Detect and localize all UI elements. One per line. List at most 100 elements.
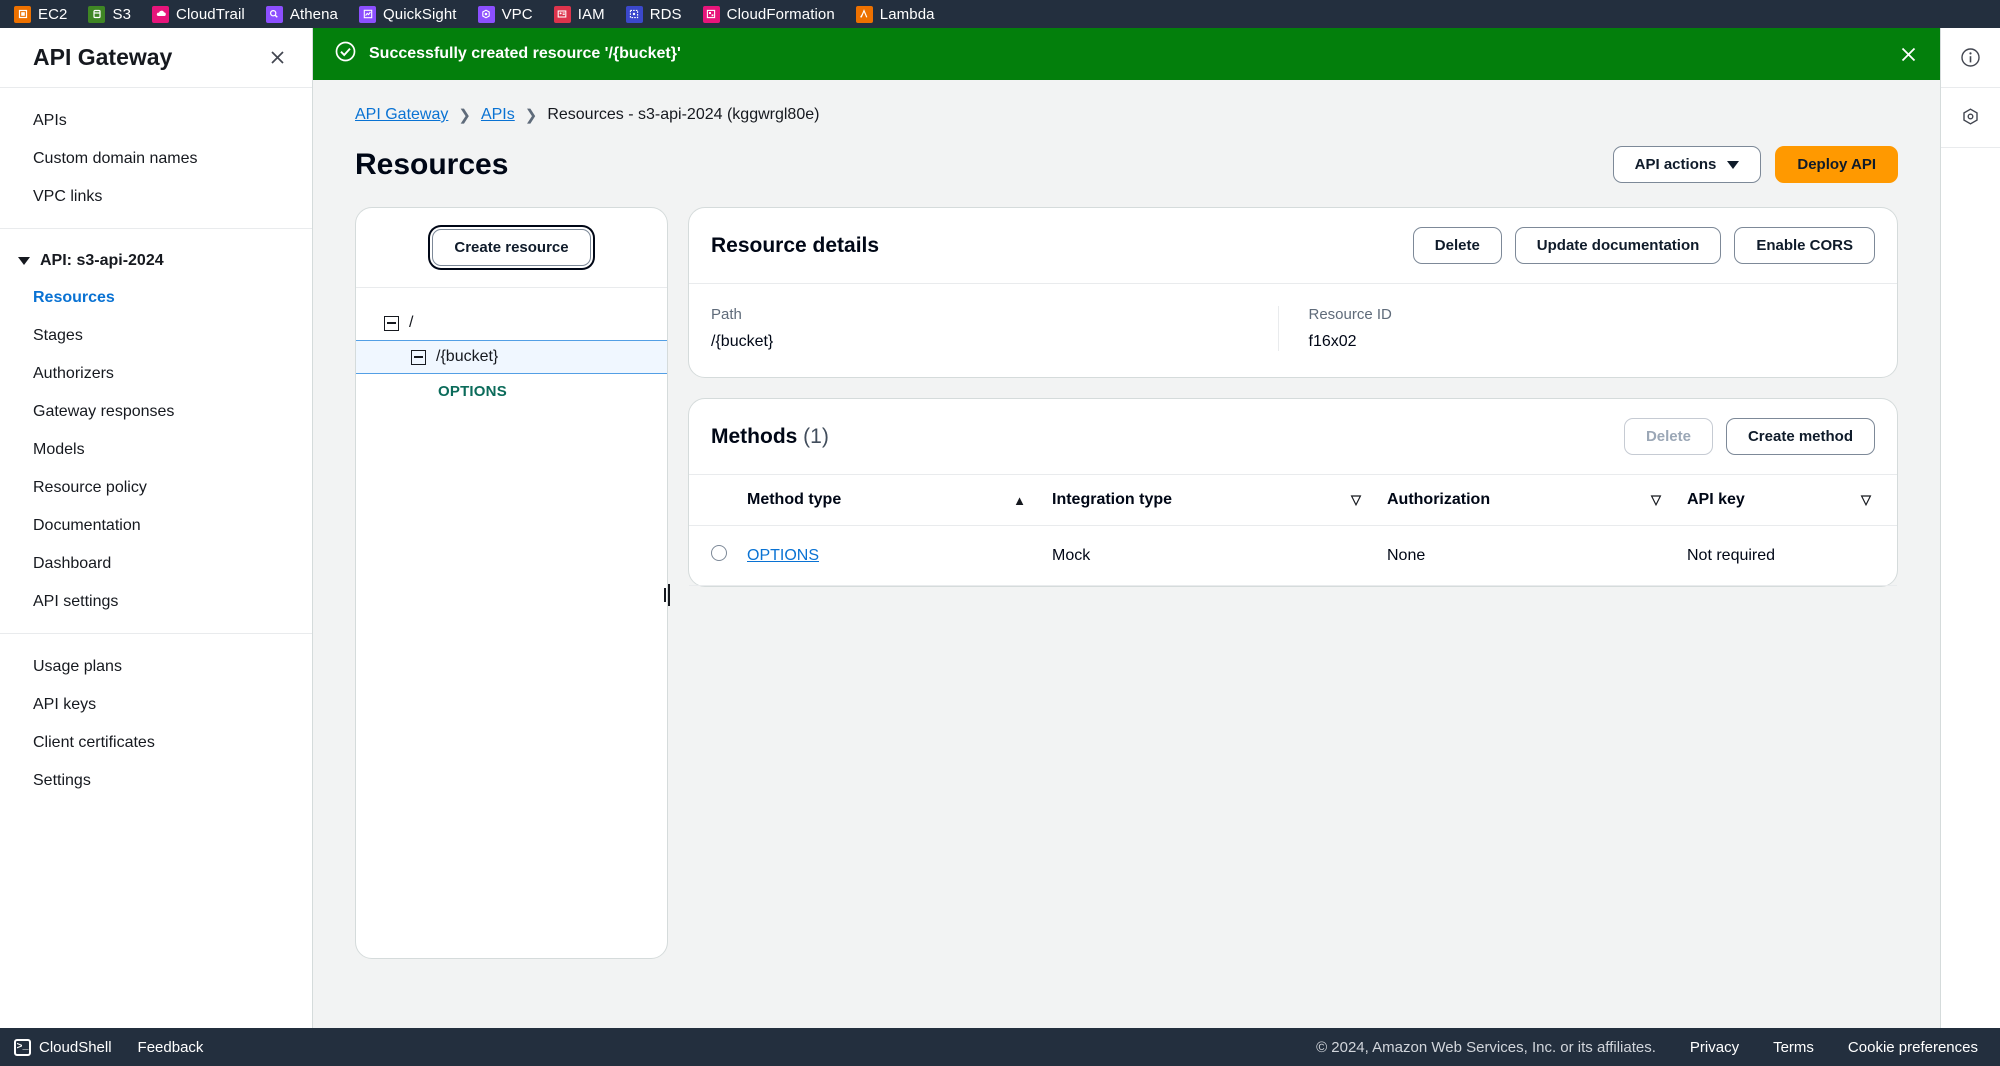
tree-node-root[interactable]: /	[356, 306, 667, 340]
feedback-link[interactable]: Feedback	[138, 1039, 204, 1056]
tree-node-method-options[interactable]: OPTIONS	[356, 374, 667, 408]
sidebar-item-custom-domain-names[interactable]: Custom domain names	[0, 140, 312, 178]
collapse-minus-icon[interactable]	[411, 349, 426, 365]
breadcrumb-item-api-gateway[interactable]: API Gateway	[355, 106, 448, 124]
resources-layout: Create resource / /{bucket} OPTIONS Reso…	[355, 207, 1898, 959]
main-content-area: Successfully created resource '/{bucket}…	[313, 28, 1940, 1038]
sidebar-item-dashboard[interactable]: Dashboard	[0, 545, 312, 583]
rds-icon	[625, 5, 643, 23]
create-resource-button[interactable]: Create resource	[432, 229, 591, 266]
privacy-link[interactable]: Privacy	[1690, 1039, 1739, 1056]
nav-group-top: APIs Custom domain names VPC links	[0, 88, 312, 228]
flash-close-icon[interactable]	[1899, 45, 1918, 64]
cell-api-key: Not required	[1687, 525, 1897, 586]
methods-count: (1)	[803, 424, 829, 448]
row-radio-button[interactable]	[711, 545, 727, 561]
check-circle-icon	[335, 41, 356, 67]
breadcrumb-item-apis[interactable]: APIs	[481, 106, 515, 124]
chevron-down-icon	[1727, 160, 1740, 169]
panel-resize-handle[interactable]	[660, 582, 674, 608]
sidebar-item-api-keys[interactable]: API keys	[0, 686, 312, 724]
cloudshell-icon: >_	[14, 1038, 31, 1056]
resource-tree-body: / /{bucket} OPTIONS	[356, 288, 667, 408]
close-icon[interactable]	[264, 45, 290, 71]
service-shortcut-cloudformation[interactable]: CloudFormation	[702, 0, 846, 28]
service-shortcut-rds[interactable]: RDS	[625, 0, 693, 28]
sidebar-item-usage-plans[interactable]: Usage plans	[0, 648, 312, 686]
sort-none-icon: ▽	[1861, 492, 1871, 507]
methods-title: Methods (1)	[711, 425, 829, 449]
field-value: /{bucket}	[711, 333, 774, 350]
column-api-key[interactable]: API key ▽	[1687, 475, 1897, 526]
service-shortcut-athena[interactable]: Athena	[265, 0, 349, 28]
cell-authorization: None	[1387, 525, 1687, 586]
sidebar-item-resource-policy[interactable]: Resource policy	[0, 469, 312, 507]
breadcrumb-chevron-icon: ❯	[458, 107, 471, 124]
enable-cors-button[interactable]: Enable CORS	[1734, 227, 1875, 264]
resource-detail-column: Resource details Delete Update documenta…	[688, 207, 1898, 587]
service-shortcut-iam[interactable]: IAM	[553, 0, 616, 28]
sidebar-item-documentation[interactable]: Documentation	[0, 507, 312, 545]
service-shortcut-label: QuickSight	[383, 5, 457, 23]
cloudshell-label: CloudShell	[39, 1038, 112, 1056]
create-method-button[interactable]: Create method	[1725, 418, 1875, 455]
athena-icon	[265, 5, 283, 23]
copyright-text: © 2024, Amazon Web Services, Inc. or its…	[1316, 1038, 1656, 1056]
sidebar-item-client-certificates[interactable]: Client certificates	[0, 724, 312, 762]
service-shortcut-label: RDS	[649, 5, 682, 23]
vpc-icon	[477, 5, 495, 23]
sort-none-icon: ▽	[1651, 492, 1661, 507]
page-content: API Gateway ❯ APIs ❯ Resources - s3-api-…	[313, 80, 1940, 959]
field-resource-id: Resource ID f16x02	[1277, 306, 1876, 351]
s3-icon	[88, 5, 106, 23]
column-label: Authorization	[1387, 491, 1491, 508]
service-shortcut-lambda[interactable]: Lambda	[855, 0, 946, 28]
cloudformation-icon	[702, 5, 720, 23]
cookie-preferences-link[interactable]: Cookie preferences	[1848, 1039, 1978, 1056]
resource-tree-panel: Create resource / /{bucket} OPTIONS	[355, 207, 670, 959]
sidebar-api-section-toggle[interactable]: API: s3-api-2024	[0, 243, 312, 279]
tree-method-label: OPTIONS	[438, 382, 507, 400]
sidebar-item-models[interactable]: Models	[0, 431, 312, 469]
sidebar-item-settings[interactable]: Settings	[0, 762, 312, 800]
column-method-type[interactable]: Method type ▲	[747, 475, 1052, 526]
service-shortcut-quicksight[interactable]: QuickSight	[359, 0, 468, 28]
service-shortcut-label: IAM	[577, 5, 605, 23]
resource-tree-header: Create resource	[356, 208, 667, 288]
sidebar-item-apis[interactable]: APIs	[0, 102, 312, 140]
service-shortcut-s3[interactable]: S3	[88, 0, 142, 28]
sidebar-item-stages[interactable]: Stages	[0, 317, 312, 355]
info-icon[interactable]	[1941, 28, 2000, 88]
method-type-link[interactable]: OPTIONS	[747, 547, 819, 564]
sidebar-item-vpc-links[interactable]: VPC links	[0, 178, 312, 216]
column-authorization[interactable]: Authorization ▽	[1387, 475, 1687, 526]
left-nav-header: API Gateway	[0, 28, 312, 88]
api-actions-label: API actions	[1634, 156, 1717, 173]
column-integration-type[interactable]: Integration type ▽	[1052, 475, 1387, 526]
api-actions-button[interactable]: API actions	[1612, 146, 1762, 183]
breadcrumb: API Gateway ❯ APIs ❯ Resources - s3-api-…	[355, 106, 1898, 124]
sidebar-item-api-settings[interactable]: API settings	[0, 583, 312, 621]
deploy-api-button[interactable]: Deploy API	[1775, 146, 1898, 183]
delete-resource-button[interactable]: Delete	[1412, 227, 1502, 264]
update-documentation-button[interactable]: Update documentation	[1514, 227, 1722, 264]
methods-card: Methods (1) Delete Create method Method …	[688, 398, 1898, 587]
sidebar-item-resources[interactable]: Resources	[0, 279, 312, 317]
service-shortcut-cloudtrail[interactable]: CloudTrail	[152, 0, 256, 28]
cloudshell-button[interactable]: >_ CloudShell	[14, 1038, 112, 1056]
resource-details-title: Resource details	[711, 233, 880, 257]
settings-icon[interactable]	[1941, 88, 2000, 148]
aws-service-shortcut-bar: EC2 S3 CloudTrail Athena QuickSight VPC	[0, 0, 2000, 28]
page-title: Resources	[355, 147, 509, 181]
sidebar-item-gateway-responses[interactable]: Gateway responses	[0, 393, 312, 431]
service-shortcut-vpc[interactable]: VPC	[477, 0, 544, 28]
sidebar-item-authorizers[interactable]: Authorizers	[0, 355, 312, 393]
breadcrumb-item-current: Resources - s3-api-2024 (kggwrgl80e)	[547, 106, 820, 123]
tree-node-bucket[interactable]: /{bucket}	[356, 340, 667, 374]
methods-table-body: OPTIONS Mock None Not required	[689, 525, 1897, 586]
delete-method-button[interactable]: Delete	[1623, 418, 1713, 455]
terms-link[interactable]: Terms	[1773, 1039, 1814, 1056]
table-row[interactable]: OPTIONS Mock None Not required	[689, 525, 1897, 586]
service-shortcut-ec2[interactable]: EC2	[14, 0, 78, 28]
collapse-minus-icon[interactable]	[384, 315, 399, 331]
